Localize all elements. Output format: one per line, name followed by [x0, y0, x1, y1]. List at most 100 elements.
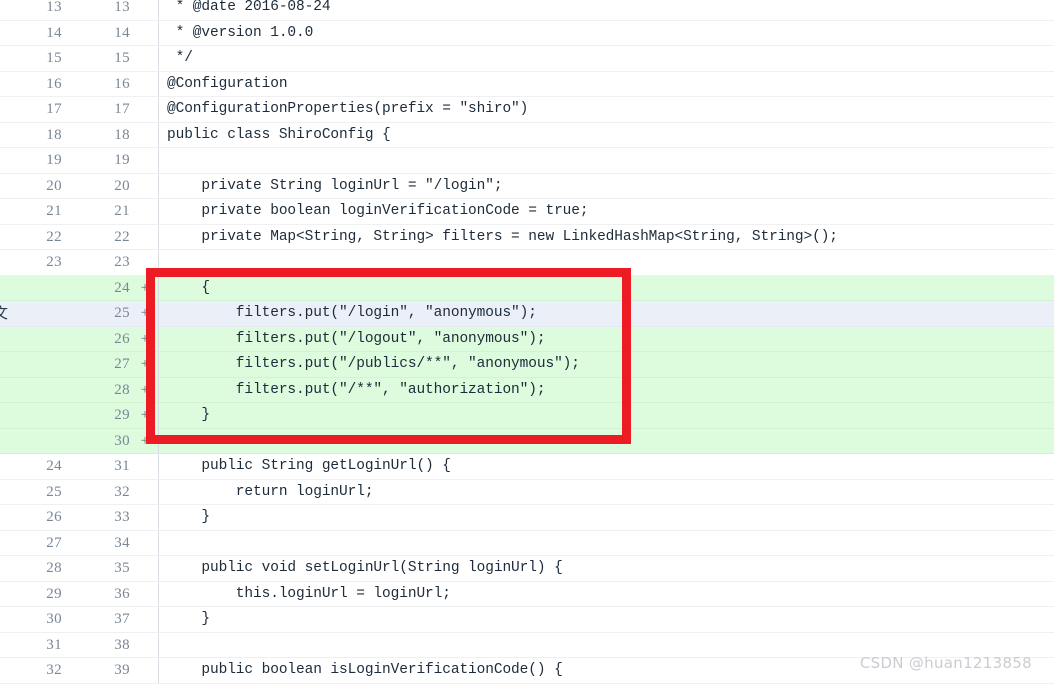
line-number-new[interactable]: 35	[64, 556, 132, 581]
line-number-new[interactable]: 19	[64, 148, 132, 173]
diff-row[interactable]: 22 22 private Map<String, String> filters…	[0, 224, 1054, 250]
line-number-old[interactable]: 32	[0, 658, 64, 683]
line-number-old[interactable]: 18	[0, 123, 64, 148]
diff-row[interactable]: 15 15 */	[0, 46, 1054, 72]
code-line[interactable]: public class ShiroConfig {	[158, 122, 1054, 147]
diff-row[interactable]: 30 +	[0, 428, 1054, 454]
diff-row[interactable]: 26 + filters.put("/logout", "anonymous");	[0, 326, 1054, 352]
code-line[interactable]: filters.put("/publics/**", "anonymous");	[158, 352, 1054, 377]
diff-row[interactable]: 28 + filters.put("/**", "authorization");	[0, 377, 1054, 403]
code-line[interactable]: * @version 1.0.0	[158, 20, 1054, 45]
code-line[interactable]: * @date 2016-08-24	[158, 0, 1054, 20]
line-number-new[interactable]: 32	[64, 480, 132, 505]
diff-row[interactable]: 27 34	[0, 530, 1054, 556]
line-number-old[interactable]: 31	[0, 633, 64, 658]
line-number-new[interactable]: 34	[64, 531, 132, 556]
line-number-new[interactable]: 22	[64, 225, 132, 250]
line-number-new[interactable]: 33	[64, 505, 132, 530]
diff-row[interactable]: 24 31 public String getLoginUrl() {	[0, 454, 1054, 480]
line-number-old[interactable]: 21	[0, 199, 64, 224]
line-number-old[interactable]: 20	[0, 174, 64, 199]
line-number-old[interactable]: 13	[0, 0, 64, 20]
line-number-new[interactable]: 21	[64, 199, 132, 224]
line-number-new[interactable]: 38	[64, 633, 132, 658]
line-number-old[interactable]: 14	[0, 21, 64, 46]
code-line[interactable]: public void setLoginUrl(String loginUrl)…	[158, 556, 1054, 581]
code-line[interactable]: */	[158, 46, 1054, 71]
diff-row[interactable]: 17 17 @ConfigurationProperties(prefix = "s…	[0, 97, 1054, 123]
line-number-old[interactable]	[0, 301, 64, 326]
line-number-new[interactable]: 37	[64, 607, 132, 632]
line-number-new[interactable]: 30	[64, 429, 132, 454]
line-number-old[interactable]: 22	[0, 225, 64, 250]
code-line[interactable]	[158, 148, 1054, 173]
line-number-old[interactable]: 17	[0, 97, 64, 122]
code-line[interactable]: private String loginUrl = "/login";	[158, 173, 1054, 198]
line-number-old[interactable]: 28	[0, 556, 64, 581]
code-line[interactable]: @ConfigurationProperties(prefix = "shiro…	[158, 97, 1054, 122]
diff-row[interactable]: 16 16 @Configuration	[0, 71, 1054, 97]
diff-row[interactable]: 26 33 }	[0, 505, 1054, 531]
line-number-new[interactable]: 15	[64, 46, 132, 71]
line-number-new[interactable]: 24	[64, 276, 132, 301]
diff-row[interactable]: 29 36 this.loginUrl = loginUrl;	[0, 581, 1054, 607]
code-line[interactable]: }	[158, 505, 1054, 530]
line-number-old[interactable]	[0, 378, 64, 403]
code-line[interactable]: return loginUrl;	[158, 479, 1054, 504]
line-number-old[interactable]	[0, 276, 64, 301]
diff-row[interactable]: 19 19	[0, 148, 1054, 174]
diff-row[interactable]: 25 32 return loginUrl;	[0, 479, 1054, 505]
line-number-old[interactable]	[0, 429, 64, 454]
code-line[interactable]	[158, 428, 1054, 453]
diff-row[interactable]: 24 + {	[0, 275, 1054, 301]
code-line[interactable]: }	[158, 607, 1054, 632]
line-number-new[interactable]: 26	[64, 327, 132, 352]
diff-row[interactable]: 23 23	[0, 250, 1054, 276]
line-number-old[interactable]	[0, 352, 64, 377]
line-number-new[interactable]: 36	[64, 582, 132, 607]
line-number-old[interactable]: 24	[0, 454, 64, 479]
code-line[interactable]: @Configuration	[158, 71, 1054, 96]
line-number-new[interactable]: 29	[64, 403, 132, 428]
diff-row[interactable]: 28 35 public void setLoginUrl(String logi…	[0, 556, 1054, 582]
line-number-old[interactable]: 25	[0, 480, 64, 505]
diff-row[interactable]: 13 13 * @date 2016-08-24	[0, 0, 1054, 21]
line-number-old[interactable]	[0, 327, 64, 352]
line-number-old[interactable]: 30	[0, 607, 64, 632]
code-line[interactable]: {	[158, 275, 1054, 300]
code-line[interactable]: filters.put("/logout", "anonymous");	[158, 326, 1054, 351]
diff-row[interactable]: 21 21 private boolean loginVerificationCo…	[0, 199, 1054, 225]
line-number-new[interactable]: 14	[64, 21, 132, 46]
diff-row[interactable]: 14 14 * @version 1.0.0	[0, 20, 1054, 46]
line-number-old[interactable]: 27	[0, 531, 64, 556]
code-line[interactable]	[158, 530, 1054, 555]
line-number-old[interactable]: 26	[0, 505, 64, 530]
diff-table[interactable]: 13 13 * @date 2016-08-24 14 14 * @version 1…	[0, 0, 1054, 684]
line-number-old[interactable]: 29	[0, 582, 64, 607]
code-line[interactable]: public String getLoginUrl() {	[158, 454, 1054, 479]
line-number-new[interactable]: 39	[64, 658, 132, 683]
line-number-new[interactable]: 16	[64, 72, 132, 97]
line-number-new[interactable]: 25	[64, 301, 132, 326]
line-number-old[interactable]: 19	[0, 148, 64, 173]
diff-row[interactable]: 文 25 + filters.put("/login", "anonymous");	[0, 301, 1054, 327]
code-line[interactable]: this.loginUrl = loginUrl;	[158, 581, 1054, 606]
code-line[interactable]: private Map<String, String> filters = ne…	[158, 224, 1054, 249]
line-number-new[interactable]: 23	[64, 250, 132, 275]
diff-row[interactable]: 30 37 }	[0, 607, 1054, 633]
line-number-old[interactable]: 15	[0, 46, 64, 71]
line-number-new[interactable]: 31	[64, 454, 132, 479]
line-number-new[interactable]: 27	[64, 352, 132, 377]
code-line[interactable]: filters.put("/**", "authorization");	[158, 377, 1054, 402]
diff-row[interactable]: 27 + filters.put("/publics/**", "anonymou…	[0, 352, 1054, 378]
diff-row[interactable]: 29 + }	[0, 403, 1054, 429]
line-number-new[interactable]: 18	[64, 123, 132, 148]
code-line[interactable]: }	[158, 403, 1054, 428]
diff-row[interactable]: 20 20 private String loginUrl = "/login";	[0, 173, 1054, 199]
line-number-old[interactable]: 23	[0, 250, 64, 275]
line-number-new[interactable]: 28	[64, 378, 132, 403]
code-line[interactable]: filters.put("/login", "anonymous");	[158, 301, 1054, 326]
line-number-new[interactable]: 17	[64, 97, 132, 122]
diff-row[interactable]: 18 18 public class ShiroConfig {	[0, 122, 1054, 148]
line-number-old[interactable]	[0, 403, 64, 428]
